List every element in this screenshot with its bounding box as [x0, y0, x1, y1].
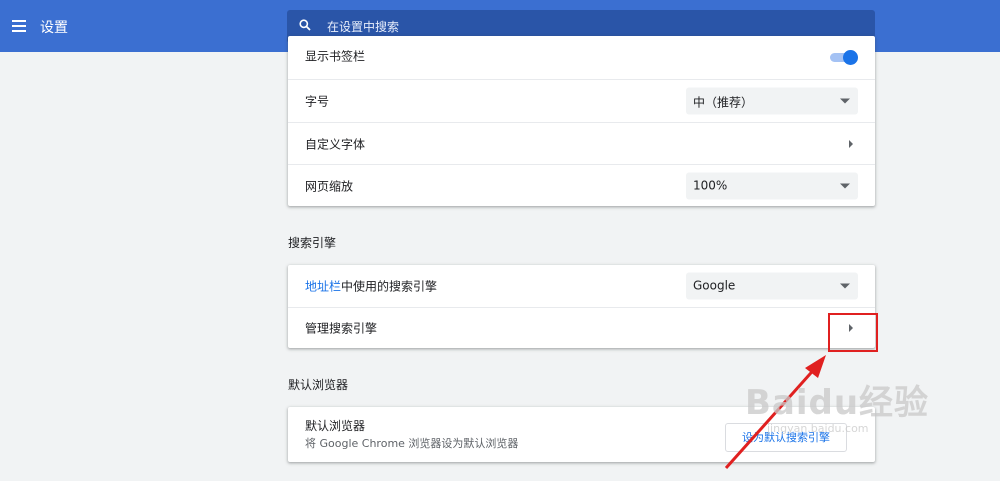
- chevron-down-icon: [840, 183, 850, 188]
- appearance-card: 显示书签栏 字号 中（推荐） 自定义字体 网页缩放 100%: [288, 36, 875, 206]
- page-title: 设置: [40, 20, 68, 36]
- watermark-brand: Baidu经验: [745, 383, 930, 423]
- default-browser-sublabel: 将 Google Chrome 浏览器设为默认浏览器: [305, 437, 519, 450]
- chevron-down-icon: [840, 283, 850, 289]
- custom-fonts-row[interactable]: 自定义字体: [288, 122, 875, 164]
- page-zoom-label: 网页缩放: [305, 179, 354, 193]
- toggle-knob: [843, 50, 858, 65]
- default-browser-label: 默认浏览器: [305, 419, 366, 433]
- search-engine-value: Google: [693, 278, 736, 293]
- manage-search-engines-row[interactable]: 管理搜索引擎: [288, 307, 875, 348]
- font-size-row: 字号 中（推荐）: [288, 79, 875, 122]
- address-bar-link[interactable]: 地址栏: [305, 280, 341, 294]
- page-zoom-value: 100%: [693, 178, 728, 192]
- search-engine-select[interactable]: Google: [686, 272, 858, 300]
- search-engine-card: 地址栏中使用的搜索引擎 Google 管理搜索引擎: [288, 265, 875, 348]
- show-bookmarks-toggle[interactable]: [830, 50, 858, 65]
- address-bar-engine-text: 中使用的搜索引擎: [341, 279, 438, 294]
- search-engine-section-title: 搜索引擎: [288, 236, 337, 250]
- search-icon: [299, 19, 311, 31]
- chevron-down-icon: [840, 98, 850, 104]
- custom-fonts-label: 自定义字体: [305, 137, 366, 151]
- highlight-box: [828, 313, 878, 352]
- show-bookmarks-label: 显示书签栏: [305, 49, 366, 64]
- font-size-value: 中（推荐）: [693, 95, 754, 110]
- page-zoom-row: 网页缩放 100%: [288, 164, 875, 206]
- manage-search-engines-label: 管理搜索引擎: [305, 321, 378, 336]
- font-size-label: 字号: [305, 94, 330, 109]
- default-browser-section-title: 默认浏览器: [288, 378, 349, 392]
- arrow-right-icon[interactable]: [849, 139, 853, 148]
- font-size-select[interactable]: 中（推荐）: [686, 87, 858, 115]
- page-zoom-select[interactable]: 100%: [686, 172, 858, 199]
- show-bookmarks-row[interactable]: 显示书签栏: [288, 36, 875, 79]
- watermark: Baidu经验 jingyan.baidu.com: [745, 375, 929, 435]
- address-bar-engine-label: 地址栏中使用的搜索引擎: [305, 278, 437, 295]
- menu-icon[interactable]: [12, 20, 26, 32]
- address-bar-engine-row: 地址栏中使用的搜索引擎 Google: [288, 265, 875, 307]
